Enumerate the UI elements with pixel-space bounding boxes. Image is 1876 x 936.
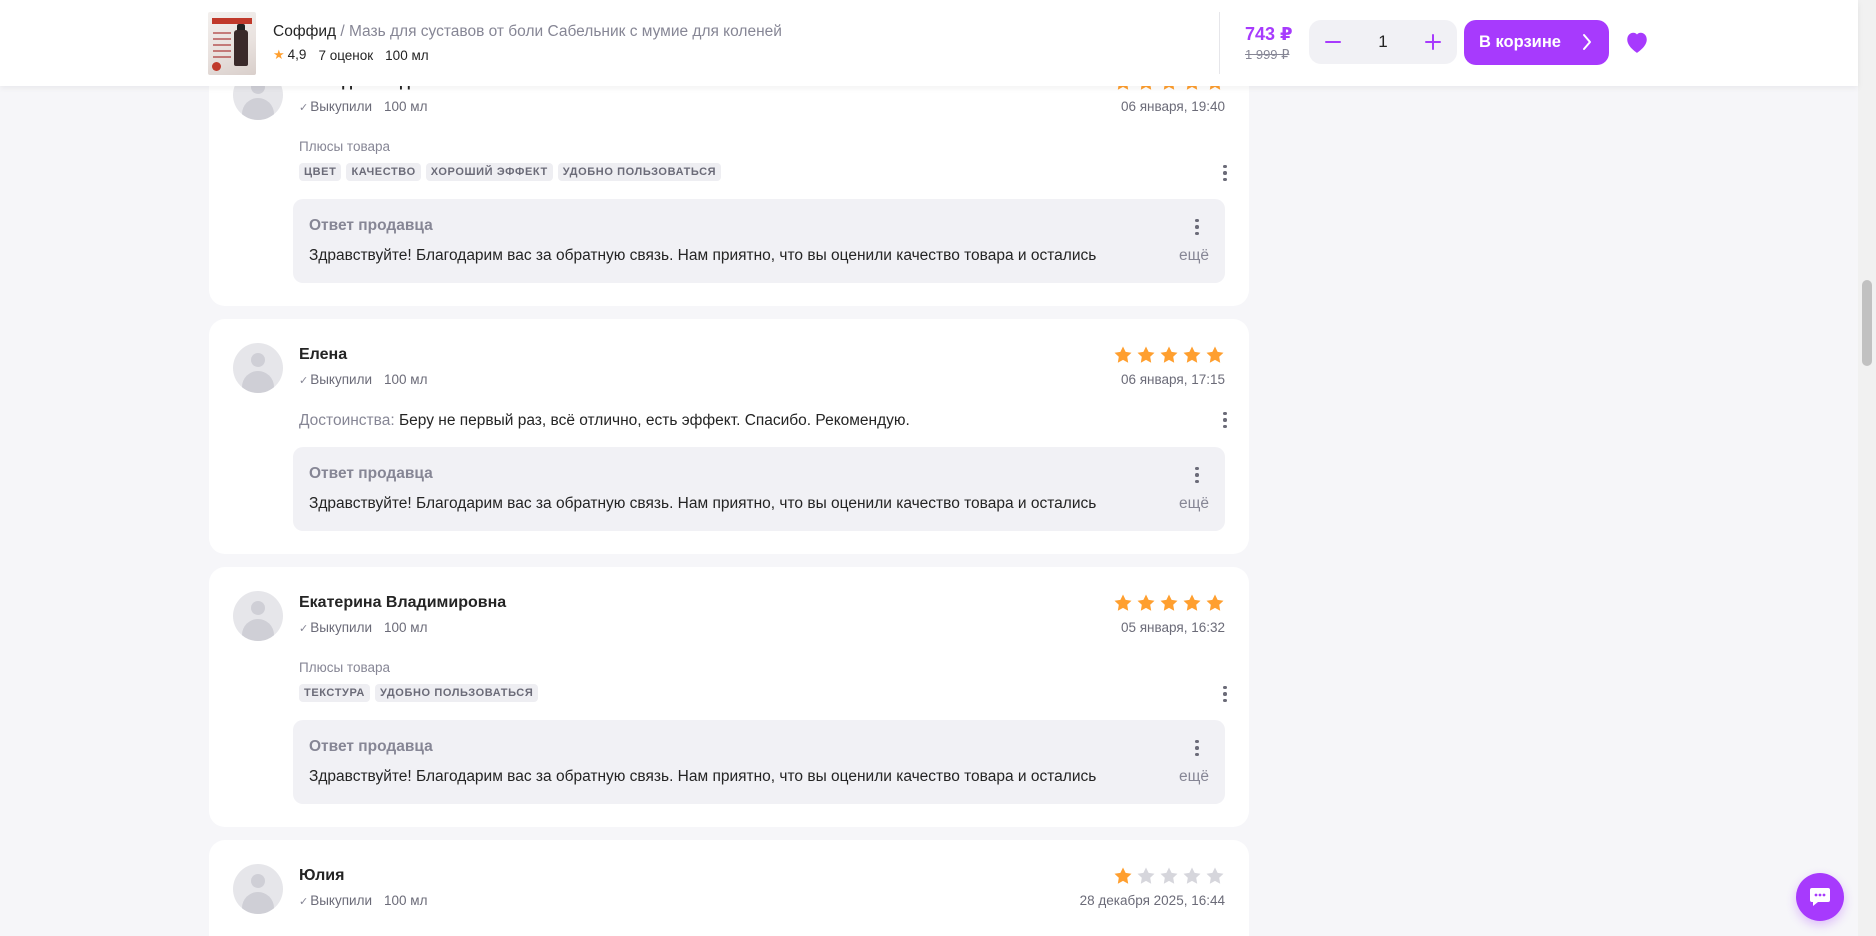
plus-icon xyxy=(1425,34,1441,50)
feature-tag: Текстура xyxy=(299,684,370,702)
feature-tag: Удобно пользоваться xyxy=(374,684,539,702)
plus-label: Плюсы товара xyxy=(299,660,390,675)
seller-reply: Ответ продавца Здравствуйте! Благодарим … xyxy=(293,720,1225,804)
product-thumbnail[interactable] xyxy=(208,12,256,75)
rating-stars xyxy=(1113,866,1225,886)
bought-status: ✓ Выкупили 100 мл xyxy=(299,99,428,114)
review-author: Екатерина Владимировна xyxy=(299,594,507,611)
sticky-product-header: Соффид / Мазь для суставов от боли Сабел… xyxy=(0,0,1858,86)
star-filled-icon xyxy=(1137,594,1155,611)
star-filled-icon xyxy=(1160,594,1178,611)
star-filled-icon xyxy=(1114,346,1132,363)
reply-title: Ответ продавца xyxy=(309,217,433,234)
quantity-value: 1 xyxy=(1378,32,1388,51)
star-filled-icon xyxy=(1206,594,1224,611)
tag-list: Цвет Качество Хороший эффект Удобно пользов… xyxy=(299,163,722,181)
more-options-icon[interactable] xyxy=(1215,408,1235,432)
current-price: 743 ₽ xyxy=(1245,24,1293,44)
bought-status: ✓ Выкупили 100 мл xyxy=(299,620,428,635)
favorite-heart-icon[interactable] xyxy=(1624,30,1650,54)
product-title: Соффид / Мазь для суставов от боли Сабел… xyxy=(273,23,782,40)
review-volume: 100 мл xyxy=(384,620,428,635)
tag-list: Текстура Удобно пользоваться xyxy=(299,684,539,702)
bought-status: ✓ Выкупили 100 мл xyxy=(299,893,428,908)
reply-title: Ответ продавца xyxy=(309,738,433,755)
feature-tag: Удобно пользоваться xyxy=(557,163,722,181)
reply-more-link[interactable]: ещё xyxy=(1179,768,1209,786)
product-brand[interactable]: Соффид xyxy=(273,23,336,40)
star-icon: ★ xyxy=(273,47,285,62)
scrollbar-track[interactable] xyxy=(1858,0,1876,936)
check-icon: ✓ xyxy=(299,375,309,387)
reply-options-icon[interactable] xyxy=(1187,215,1207,239)
more-options-icon[interactable] xyxy=(1215,682,1235,706)
check-icon: ✓ xyxy=(299,623,309,635)
bought-status: ✓ Выкупили 100 мл xyxy=(299,372,428,387)
star-filled-icon xyxy=(1137,346,1155,363)
product-volume: 100 мл xyxy=(385,47,429,63)
reply-title: Ответ продавца xyxy=(309,465,433,482)
review-author: Елена xyxy=(299,346,348,363)
cart-button-label: В корзине xyxy=(1479,33,1561,51)
review-card: Юлия ✓ Выкупили 100 мл 28 декабря 2025, 16… xyxy=(209,840,1249,936)
ratings-count[interactable]: 7 оценок xyxy=(318,48,373,63)
scrollbar-thumb[interactable] xyxy=(1862,280,1872,366)
reply-text: Здравствуйте! Благодарим вас за обратную… xyxy=(309,495,1097,512)
check-icon: ✓ xyxy=(299,896,309,908)
check-icon: ✓ xyxy=(299,102,309,114)
star-filled-icon xyxy=(1206,346,1224,363)
product-name: Мазь для суставов от боли Сабельник с му… xyxy=(348,23,782,40)
seller-reply: Ответ продавца Здравствуйте! Благодарим … xyxy=(293,447,1225,531)
review-date: 06 января, 19:40 xyxy=(1120,99,1225,114)
product-meta: ★ 4,9 7 оценок 100 мл xyxy=(273,47,429,63)
star-filled-icon xyxy=(1183,346,1201,363)
decrease-quantity-button[interactable] xyxy=(1309,20,1357,64)
star-filled-icon xyxy=(1114,594,1132,611)
feature-tag: Хороший эффект xyxy=(425,163,553,181)
feature-tag: Качество xyxy=(346,163,421,181)
minus-icon xyxy=(1325,41,1341,43)
star-filled-icon xyxy=(1183,594,1201,611)
review-pros: Достоинства: Беру не первый раз, всё отл… xyxy=(299,412,910,429)
review-volume: 100 мл xyxy=(384,99,428,114)
reply-more-link[interactable]: ещё xyxy=(1179,247,1209,265)
product-rating: 4,9 xyxy=(287,47,307,62)
increase-quantity-button[interactable] xyxy=(1409,20,1457,64)
review-date: 06 января, 17:15 xyxy=(1120,372,1225,387)
star-filled-icon xyxy=(1160,346,1178,363)
plus-label: Плюсы товара xyxy=(299,139,390,154)
seller-reply: Ответ продавца Здравствуйте! Благодарим … xyxy=(293,199,1225,283)
avatar xyxy=(233,343,283,393)
avatar xyxy=(233,591,283,641)
star-empty-icon xyxy=(1160,867,1178,884)
star-filled-icon xyxy=(1114,867,1132,884)
reply-text: Здравствуйте! Благодарим вас за обратную… xyxy=(309,247,1097,264)
review-author: Юлия xyxy=(299,867,345,884)
review-date: 28 декабря 2025, 16:44 xyxy=(1079,893,1225,908)
reply-options-icon[interactable] xyxy=(1187,463,1207,487)
feature-tag: Цвет xyxy=(299,163,342,181)
rating-stars xyxy=(1113,593,1225,613)
star-empty-icon xyxy=(1206,867,1224,884)
divider xyxy=(1219,12,1220,74)
review-volume: 100 мл xyxy=(384,893,428,908)
review-volume: 100 мл xyxy=(384,372,428,387)
in-cart-button[interactable]: В корзине xyxy=(1464,20,1609,65)
avatar xyxy=(233,864,283,914)
old-price: 1 999 ₽ xyxy=(1245,47,1290,62)
review-card: Екатерина Владимировна ✓ Выкупили 100 мл 0… xyxy=(209,567,1249,827)
review-card: Елена ✓ Выкупили 100 мл 06 января, 17:15 Д… xyxy=(209,319,1249,554)
review-date: 05 января, 16:32 xyxy=(1120,620,1225,635)
chevron-right-icon xyxy=(1583,34,1591,50)
more-options-icon[interactable] xyxy=(1215,161,1235,185)
chat-icon xyxy=(1810,888,1830,906)
star-empty-icon xyxy=(1137,867,1155,884)
quantity-stepper: 1 xyxy=(1309,20,1457,64)
rating-stars xyxy=(1113,345,1225,365)
reply-text: Здравствуйте! Благодарим вас за обратную… xyxy=(309,768,1097,785)
chat-button[interactable] xyxy=(1796,873,1844,921)
reply-more-link[interactable]: ещё xyxy=(1179,495,1209,513)
star-empty-icon xyxy=(1183,867,1201,884)
reply-options-icon[interactable] xyxy=(1187,736,1207,760)
